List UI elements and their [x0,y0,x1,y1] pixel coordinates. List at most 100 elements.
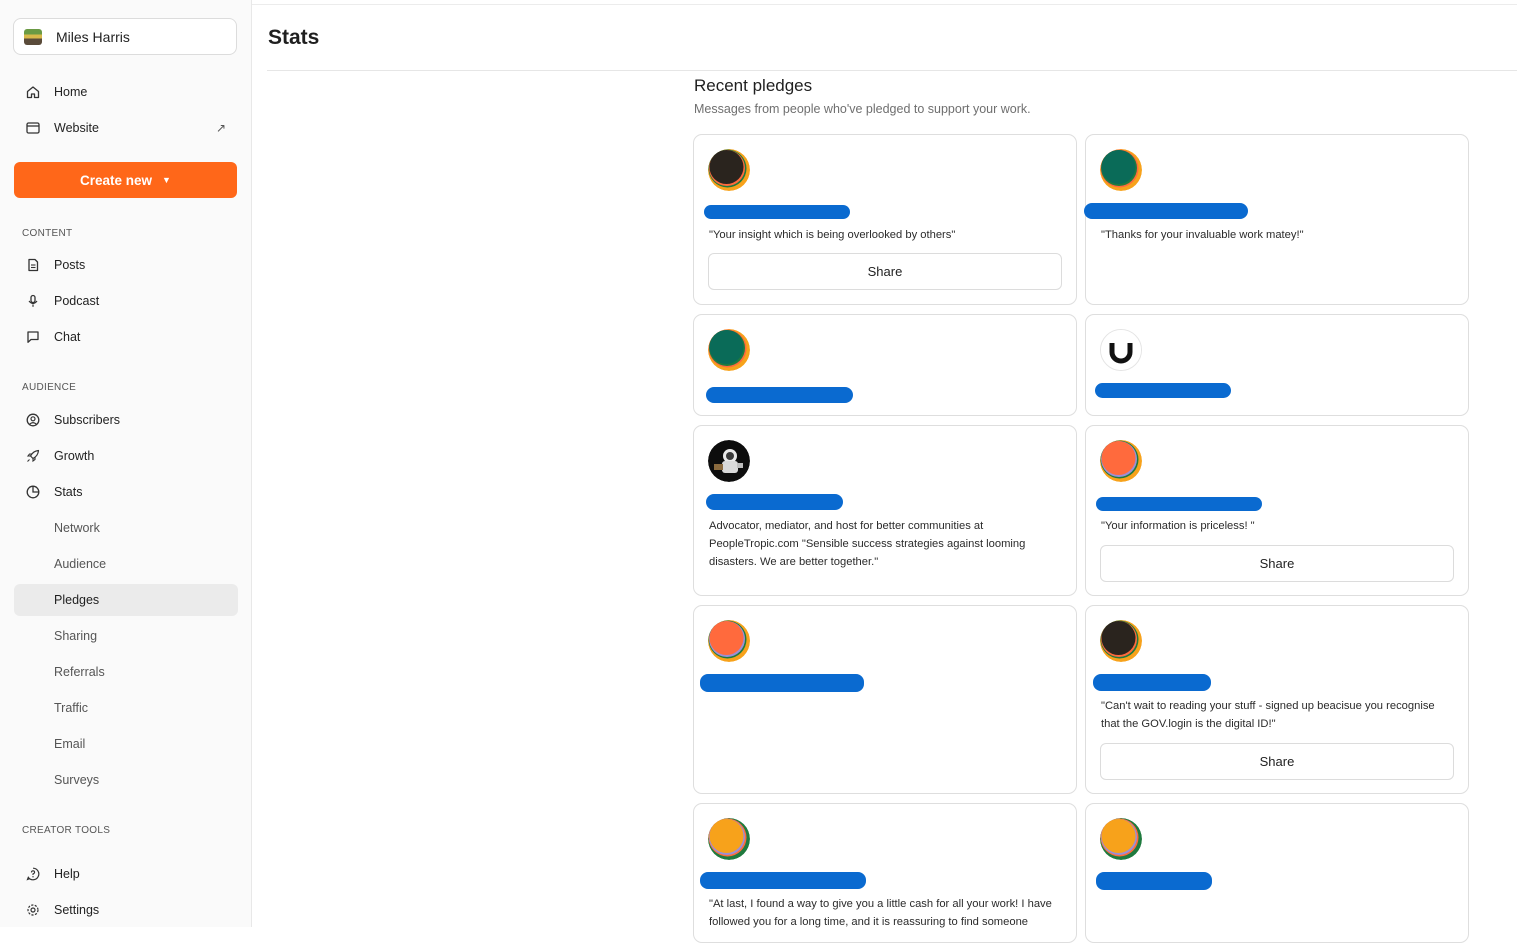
sidebar-item-settings[interactable]: Settings [14,894,238,926]
rocket-icon [25,448,41,464]
pledge-card [693,605,1077,794]
redacted-name [700,674,864,692]
redacted-name [1084,203,1248,219]
sidebar-item-label: Home [54,85,88,99]
sidebar-subitem-referrals[interactable]: Referrals [14,656,238,688]
sidebar-subitem-pledges[interactable]: Pledges [14,584,238,616]
pledger-avatar [1100,620,1142,662]
sidebar: Miles Harris Home Website ↗ Create new ▼… [0,0,252,927]
sidebar-item-label: Surveys [54,773,100,787]
section-subtitle: Messages from people who've pledged to s… [694,102,1031,116]
pledge-card: "Your insight which is being overlooked … [693,134,1077,305]
sidebar-subitem-email[interactable]: Email [14,728,238,760]
sidebar-subitem-audience[interactable]: Audience [14,548,238,580]
sidebar-item-growth[interactable]: Growth [14,440,238,472]
pie-chart-icon [25,484,41,500]
create-new-button[interactable]: Create new ▼ [14,162,237,198]
sidebar-item-label: Settings [54,903,100,917]
pledge-card: "Thanks for your invaluable work matey!" [1084,134,1469,305]
sidebar-item-subscribers[interactable]: Subscribers [14,404,238,436]
top-divider [252,4,1517,5]
sidebar-item-label: Website [54,121,99,135]
redacted-name [706,494,843,510]
sidebar-item-chat[interactable]: Chat [14,321,238,353]
pledge-message: "At last, I found a way to give you a li… [709,898,1052,928]
redacted-name [706,387,853,403]
sidebar-item-podcast[interactable]: Podcast [14,285,238,317]
sidebar-item-label: Pledges [54,593,100,607]
pledge-message: "Thanks for your invaluable work matey!" [1101,229,1304,241]
browser-icon [25,120,41,136]
sidebar-subitem-network[interactable]: Network [14,512,238,544]
header-divider [267,70,1517,71]
document-icon [25,257,41,273]
sidebar-item-stats[interactable]: Stats [14,476,238,508]
pledge-message: "Your insight which is being overlooked … [709,229,956,241]
sidebar-item-home[interactable]: Home [14,76,238,108]
sidebar-subitem-traffic[interactable]: Traffic [14,692,238,724]
pledger-avatar [1100,329,1142,371]
pledge-card: Advocator, mediator, and host for better… [693,425,1077,596]
caret-down-icon: ▼ [162,175,171,185]
sidebar-subitem-surveys[interactable]: Surveys [14,764,238,796]
help-icon [25,866,41,882]
pledge-card [1085,803,1469,943]
redacted-name [1095,383,1231,398]
redacted-name [1093,674,1211,691]
pledger-avatar [708,440,750,482]
pledger-avatar [708,149,750,191]
redacted-name [700,872,866,889]
section-title: Recent pledges [694,76,813,95]
sidebar-subitem-sharing[interactable]: Sharing [14,620,238,652]
pledger-avatar [1100,818,1142,860]
publication-logo [24,28,42,45]
redacted-name [1096,497,1262,511]
microphone-icon [25,293,41,309]
pledge-card [1085,314,1469,416]
sidebar-item-help[interactable]: Help [14,858,238,890]
user-circle-icon [25,412,41,428]
sidebar-item-label: Audience [54,557,107,571]
section-heading-audience: AUDIENCE [22,382,77,393]
redacted-name [1096,872,1212,890]
external-link-icon: ↗ [215,121,226,135]
sidebar-item-label: Growth [54,449,95,463]
sidebar-item-label: Network [54,521,100,535]
sidebar-item-label: Email [54,737,86,751]
create-new-label: Create new [80,172,153,188]
gear-icon [25,902,41,918]
pledger-avatar [1100,440,1142,482]
pledger-avatar [708,620,750,662]
pledger-avatar [708,329,750,371]
sidebar-item-website[interactable]: Website ↗ [14,112,238,144]
sidebar-item-label: Chat [54,330,81,344]
sidebar-item-label: Traffic [54,701,89,715]
sidebar-item-posts[interactable]: Posts [14,249,238,281]
pledge-card: "Your information is priceless! " Share [1085,425,1469,596]
pledge-card: "At last, I found a way to give you a li… [693,803,1077,943]
sidebar-item-label: Stats [54,485,83,499]
sidebar-item-label: Help [54,867,80,881]
share-button[interactable]: Share [708,253,1062,290]
sidebar-item-label: Referrals [54,665,105,679]
pledger-avatar [1100,149,1142,191]
sidebar-item-label: Posts [54,258,86,272]
pledge-message: Advocator, mediator, and host for better… [709,520,1026,568]
section-heading-creator-tools: CREATOR TOOLS [22,825,111,836]
pledge-card [693,314,1077,416]
sidebar-item-label: Podcast [54,294,100,308]
home-icon [25,84,41,100]
sidebar-item-label: Subscribers [54,413,120,427]
publication-name: Miles Harris [56,28,130,45]
pledge-message: "Your information is priceless! " [1101,520,1255,532]
share-button[interactable]: Share [1100,743,1454,780]
redacted-name [704,205,850,219]
publication-switcher[interactable]: Miles Harris [13,18,237,55]
section-heading-content: CONTENT [22,228,73,239]
share-button[interactable]: Share [1100,545,1454,582]
pledger-avatar [708,818,750,860]
chat-bubble-icon [25,329,41,345]
pledge-card: "Can't wait to reading your stuff - sign… [1085,605,1469,794]
sidebar-item-label: Sharing [54,629,98,643]
pledge-message: "Can't wait to reading your stuff - sign… [1101,700,1435,730]
